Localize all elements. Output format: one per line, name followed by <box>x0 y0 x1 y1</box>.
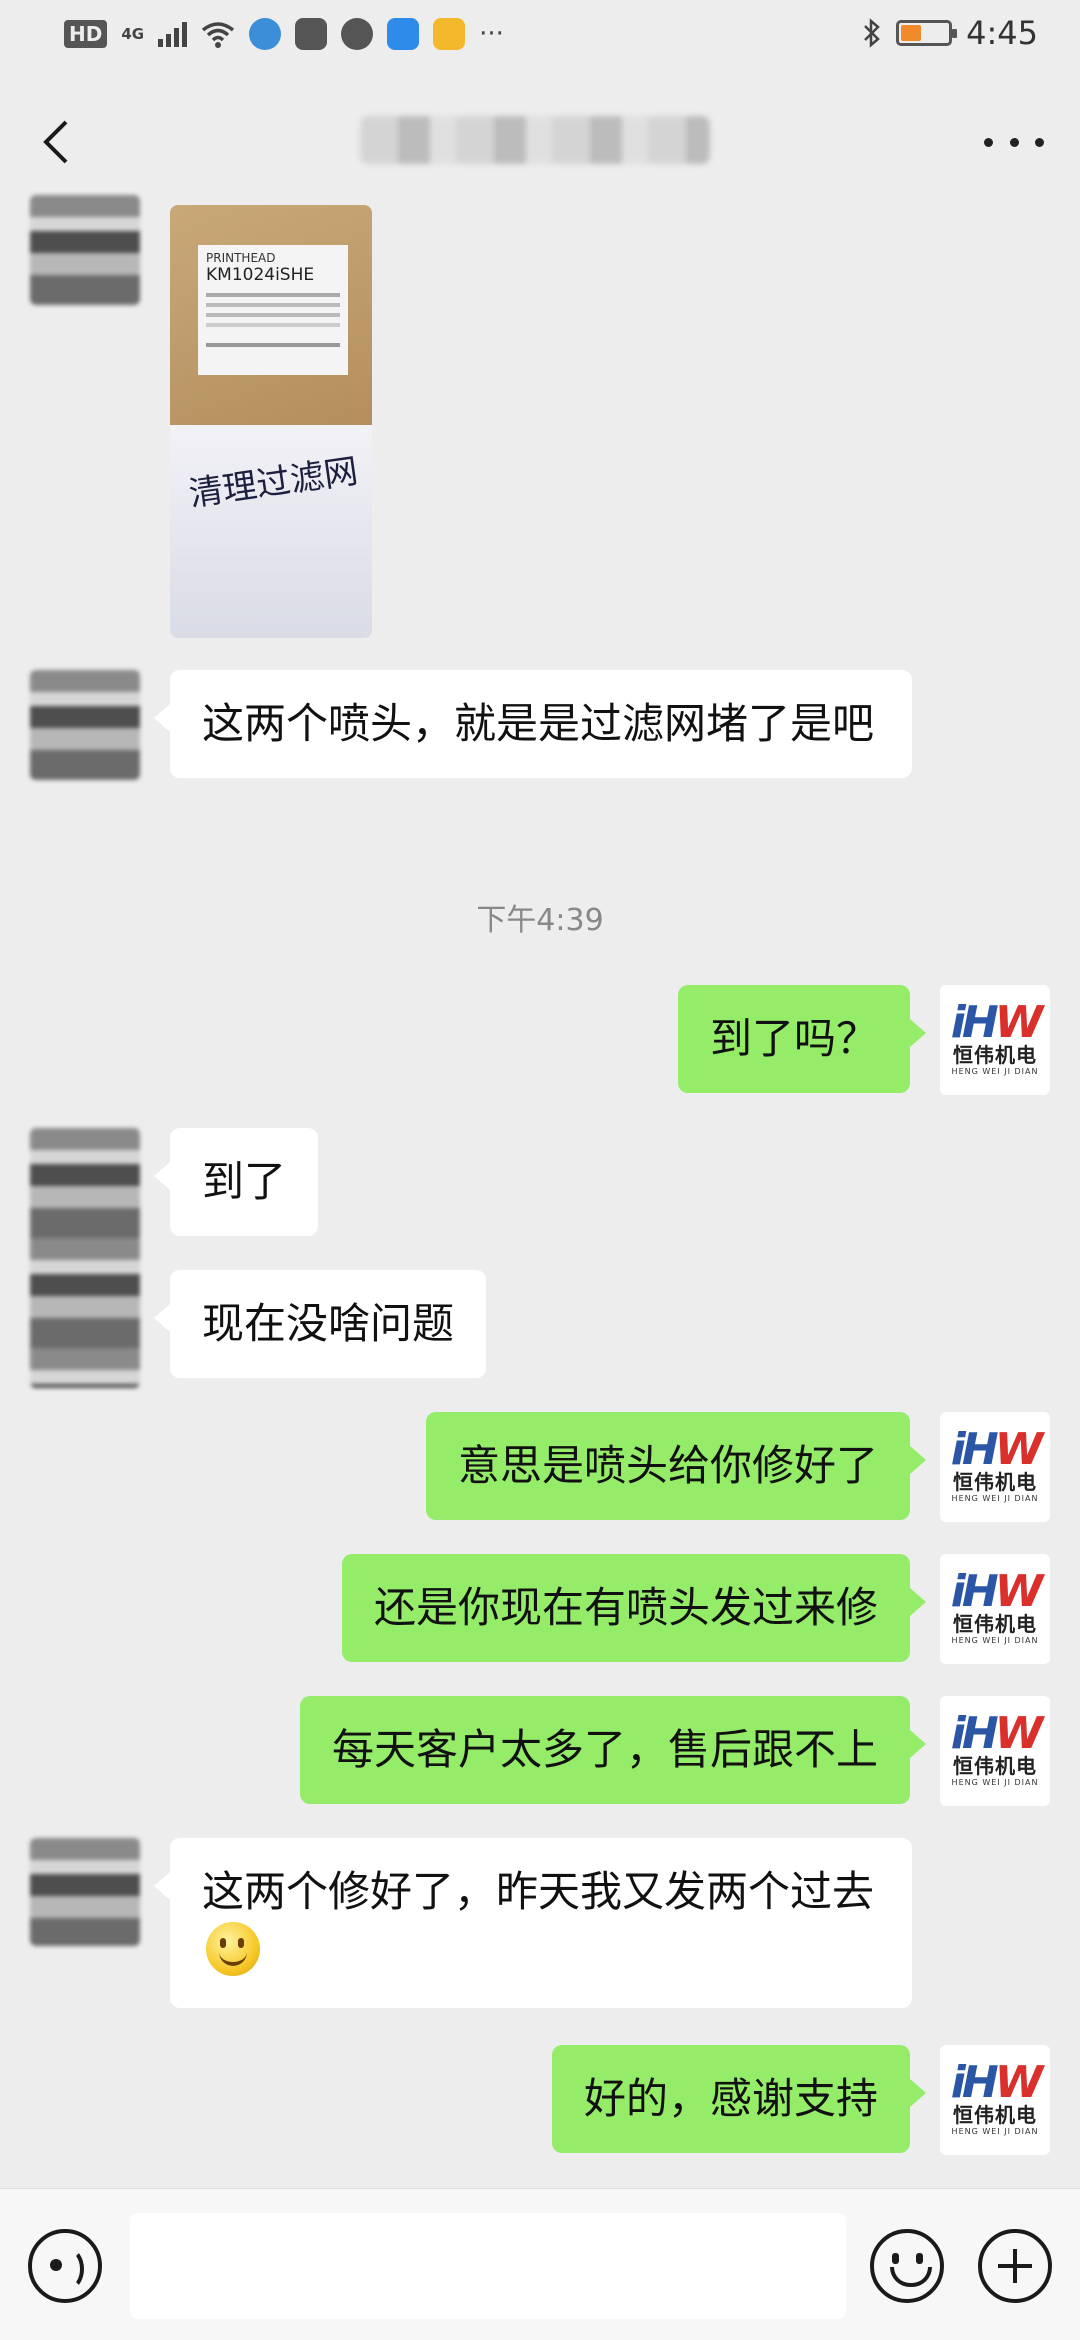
photo-box: PRINTHEAD KM1024iSHE <box>170 205 372 425</box>
network-type: 4G <box>121 25 145 43</box>
app-icon-globe <box>249 18 282 50</box>
message-bubble-incoming[interactable]: 这两个喷头，就是是过滤网堵了是吧 <box>154 670 912 778</box>
message-text: 还是你现在有喷头发过来修 <box>373 1583 878 1632</box>
brand-avatar[interactable]: iHW 恒伟机电 HENG WEI JI DIAN <box>940 2045 1050 2155</box>
battery-icon <box>896 20 958 46</box>
status-right: 4:45 <box>862 14 1038 52</box>
timestamp: 下午4:39 <box>476 903 604 938</box>
brand-logo: iHW <box>950 1708 1043 1759</box>
photo-label-lines <box>206 293 340 297</box>
status-left: HD 4G ··· <box>64 18 504 50</box>
brand-name-cn: 恒伟机电 <box>953 1043 1037 1067</box>
message-text: 这两个修好了，昨天我又发两个过去 <box>202 1867 875 1916</box>
contact-avatar[interactable] <box>30 1838 140 1946</box>
brand-name-en: HENG WEI JI DIAN <box>951 1778 1039 1787</box>
chat-header <box>0 72 1080 212</box>
message-text: 现在没啥问题 <box>202 1299 455 1348</box>
voice-icon[interactable] <box>28 2229 102 2303</box>
message-bubble-outgoing[interactable]: 到了吗？ <box>677 985 927 1093</box>
brand-name-en: HENG WEI JI DIAN <box>951 1067 1039 1076</box>
emoji-icon[interactable] <box>870 2229 944 2303</box>
status-bar: HD 4G ··· 4:45 <box>0 0 1080 72</box>
message-text: 每天客户太多了，售后跟不上 <box>331 1725 878 1774</box>
brand-logo: iHW <box>950 997 1043 1048</box>
wifi-icon <box>202 22 235 48</box>
more-dots-icon[interactable] <box>984 122 1044 162</box>
brand-avatar[interactable]: iHW 恒伟机电 HENG WEI JI DIAN <box>940 1696 1050 1806</box>
contact-avatar[interactable] <box>30 670 140 780</box>
more-notifications-icon: ··· <box>479 19 504 49</box>
app-icon-shield <box>295 18 328 50</box>
app-icon-folder <box>433 18 466 50</box>
app-icon-chat <box>341 18 374 50</box>
message-text: 意思是喷头给你修好了 <box>457 1441 878 1490</box>
brand-name-cn: 恒伟机电 <box>953 1470 1037 1494</box>
contact-avatar[interactable] <box>30 1128 140 1388</box>
hd-badge: HD <box>64 20 108 48</box>
input-bar <box>0 2188 1080 2340</box>
contact-avatar[interactable] <box>30 195 140 305</box>
message-bubble-incoming[interactable]: 到了 <box>153 1128 319 1236</box>
message-text: 这两个喷头，就是是过滤网堵了是吧 <box>202 699 875 748</box>
message-text: 好的，感谢支持 <box>583 2074 878 2123</box>
brand-logo: iHW <box>950 1566 1043 1617</box>
brand-name-en: HENG WEI JI DIAN <box>951 1494 1039 1503</box>
photo-message[interactable]: PRINTHEAD KM1024iSHE 清理过滤网 <box>170 205 372 638</box>
bluetooth-icon <box>864 18 880 48</box>
smile-emoji <box>206 1922 260 1976</box>
chat-title-pixelated <box>360 116 710 164</box>
brand-name-en: HENG WEI JI DIAN <box>951 1636 1039 1645</box>
signal-icon <box>158 21 188 47</box>
app-icon-cloud <box>387 18 420 50</box>
chevron-left-icon[interactable] <box>28 112 88 172</box>
message-bubble-outgoing[interactable]: 意思是喷头给你修好了 <box>425 1412 927 1520</box>
clock: 4:45 <box>966 14 1038 52</box>
photo-label-line2: KM1024iSHE <box>206 265 315 285</box>
photo-label: PRINTHEAD KM1024iSHE <box>198 245 348 375</box>
photo-label-line1: PRINTHEAD <box>206 251 276 265</box>
brand-logo: iHW <box>950 2057 1043 2108</box>
brand-avatar[interactable]: iHW 恒伟机电 HENG WEI JI DIAN <box>940 1554 1050 1664</box>
plus-icon[interactable] <box>978 2229 1052 2303</box>
message-input[interactable] <box>130 2213 846 2319</box>
message-bubble-outgoing[interactable]: 每天客户太多了，售后跟不上 <box>299 1696 927 1804</box>
brand-avatar[interactable]: iHW 恒伟机电 HENG WEI JI DIAN <box>940 985 1050 1095</box>
brand-avatar[interactable]: iHW 恒伟机电 HENG WEI JI DIAN <box>940 1412 1050 1522</box>
brand-logo: iHW <box>950 1424 1043 1475</box>
message-bubble-incoming[interactable]: 这两个修好了，昨天我又发两个过去 <box>154 1838 912 2008</box>
brand-name-en: HENG WEI JI DIAN <box>951 2127 1039 2136</box>
message-text: 到了吗？ <box>709 1014 878 1063</box>
message-text: 到了 <box>202 1157 287 1206</box>
brand-name-cn: 恒伟机电 <box>953 2103 1037 2127</box>
brand-name-cn: 恒伟机电 <box>953 1612 1037 1636</box>
battery-level <box>901 25 922 41</box>
message-bubble-outgoing[interactable]: 好的，感谢支持 <box>551 2045 927 2153</box>
brand-name-cn: 恒伟机电 <box>953 1754 1037 1778</box>
message-bubble-incoming[interactable]: 现在没啥问题 <box>153 1270 487 1378</box>
message-bubble-outgoing[interactable]: 还是你现在有喷头发过来修 <box>341 1554 927 1662</box>
